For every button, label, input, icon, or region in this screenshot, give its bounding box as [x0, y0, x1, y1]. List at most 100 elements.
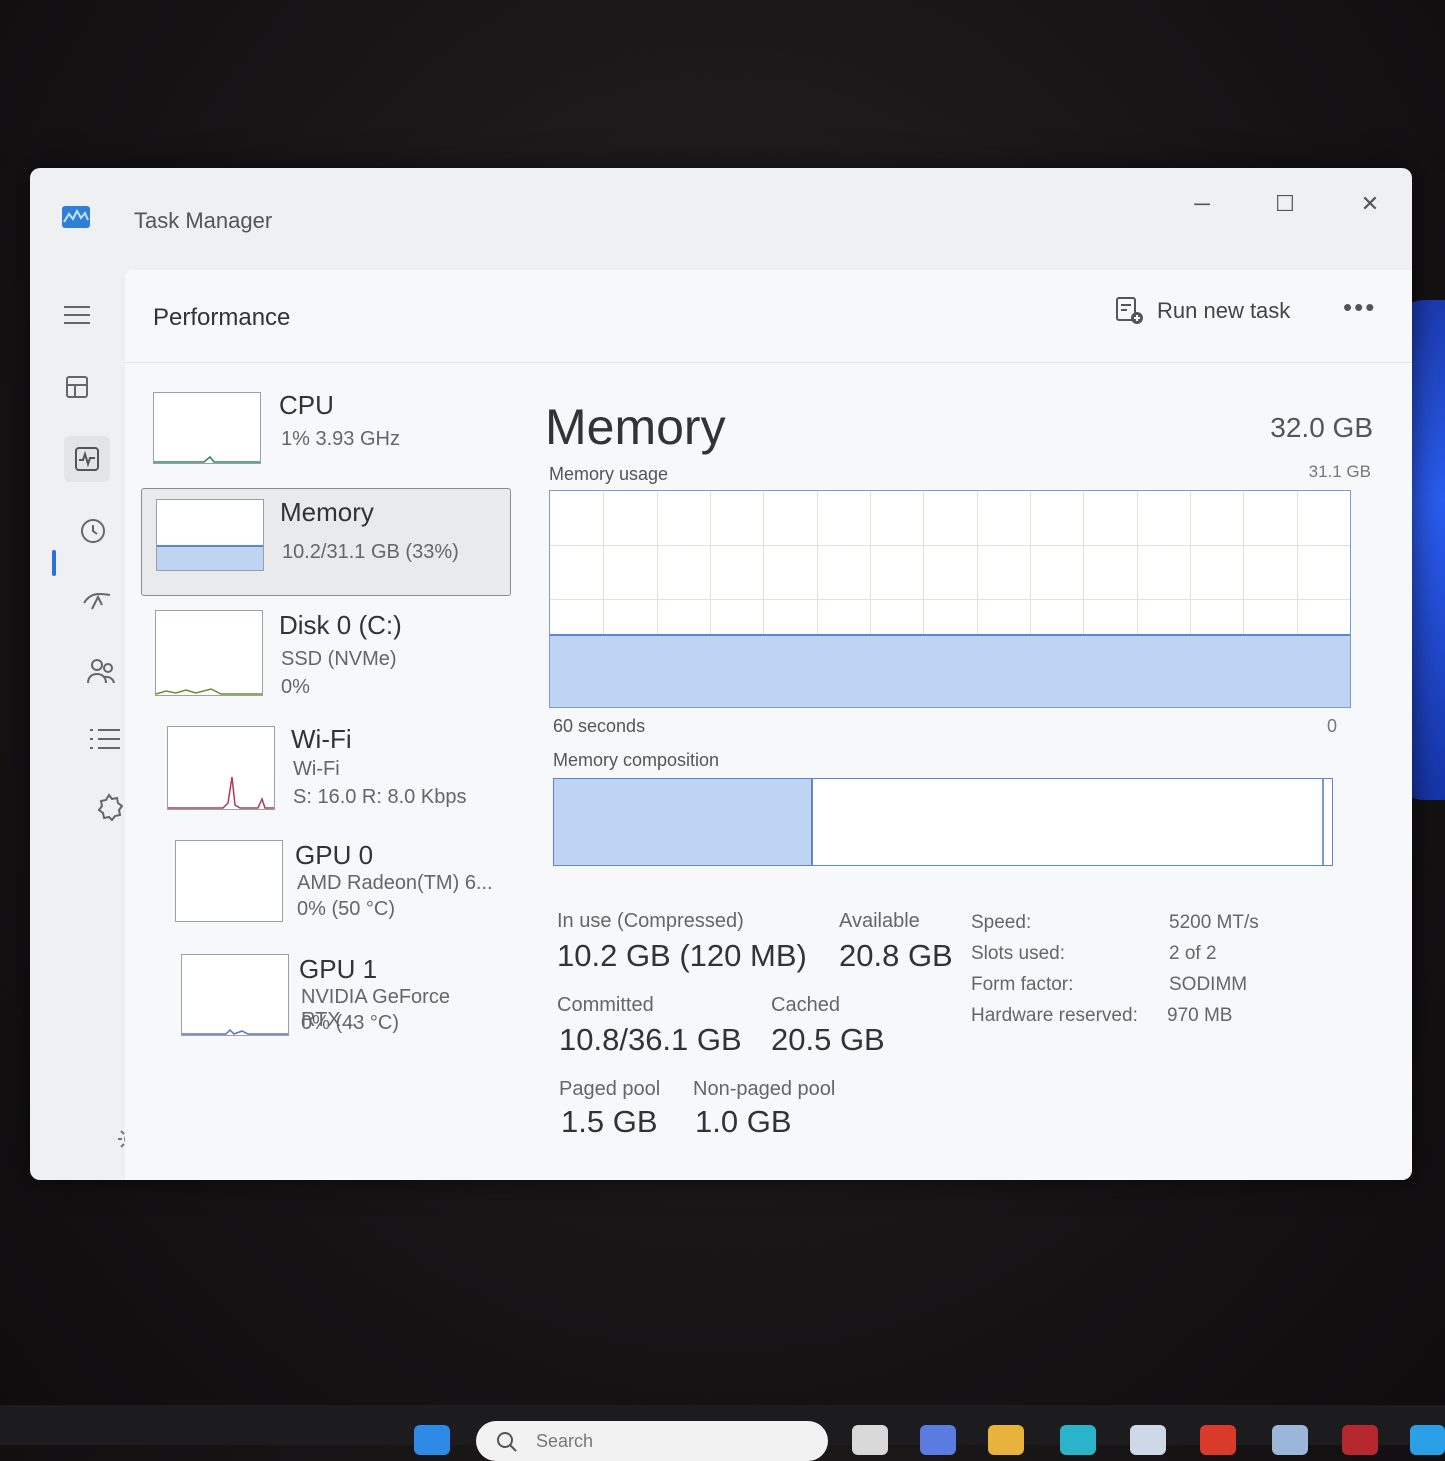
run-task-icon: [1116, 297, 1143, 324]
copilot-icon[interactable]: [920, 1425, 956, 1455]
task-manager-window: Task Manager ─ ☐ ✕ Performance Run new t…: [30, 168, 1412, 1180]
memory-total: 32.0 GB: [1270, 412, 1373, 443]
search-placeholder: Search: [536, 1431, 594, 1451]
device-detail: 10.2/31.1 GB (33%): [282, 541, 459, 563]
nav-performance[interactable]: [64, 436, 110, 482]
paged-pool-value: 1.5 GB: [561, 1104, 658, 1139]
composition-reserved: [1322, 779, 1324, 865]
taskbar-search[interactable]: Search: [476, 1421, 828, 1461]
performance-icon: [75, 447, 99, 471]
task-view-icon[interactable]: [852, 1425, 888, 1455]
memory-usage-label: Memory usage: [549, 464, 669, 484]
device-cpu[interactable]: CPU 1% 3.93 GHz: [141, 382, 511, 488]
history-icon: [81, 519, 105, 543]
cpu-thumbnail-graph: [153, 392, 261, 464]
memory-composition-label: Memory composition: [553, 750, 720, 770]
users-icon: [87, 659, 115, 684]
speed-value: 5200 MT/s: [1169, 912, 1259, 933]
committed-value: 10.8/36.1 GB: [559, 1022, 742, 1057]
run-new-task-button[interactable]: Run new task: [1115, 296, 1290, 326]
hamburger-menu-button[interactable]: [54, 292, 100, 338]
app-icon-2[interactable]: [1272, 1425, 1308, 1455]
nav-users[interactable]: [78, 648, 124, 694]
device-list: CPU 1% 3.93 GHz Memory 10.2/31.1 GB (33%…: [141, 382, 511, 1056]
start-icon[interactable]: [414, 1425, 450, 1455]
device-usage: 0% (43 °C): [301, 1012, 400, 1034]
nav-app-history[interactable]: [70, 508, 116, 554]
nav-processes[interactable]: [54, 364, 100, 410]
paged-pool-label: Paged pool: [559, 1078, 661, 1100]
more-icon: •••: [1343, 292, 1377, 322]
app-icon[interactable]: [1200, 1425, 1236, 1455]
processes-icon: [66, 376, 88, 398]
minimize-button[interactable]: ─: [1182, 184, 1222, 224]
task-manager-icon: [62, 206, 90, 228]
details-list-icon: [90, 729, 120, 749]
device-name: GPU 0: [295, 840, 374, 870]
nav-details[interactable]: [82, 716, 128, 762]
page-title: Performance: [153, 304, 291, 331]
cached-value: 20.5 GB: [771, 1022, 885, 1057]
memory-title: Memory: [545, 399, 726, 455]
form-factor-label: Form factor:: [971, 974, 1074, 995]
composition-in-use: [554, 779, 813, 865]
startup-icon: [83, 593, 111, 610]
available-value: 20.8 GB: [839, 938, 953, 973]
hardware-reserved-value: 970 MB: [1167, 1005, 1233, 1026]
graph-time-right: 0: [1327, 716, 1338, 736]
device-gpu0[interactable]: GPU 0 AMD Radeon(TM) 6... 0% (50 °C): [141, 830, 511, 944]
disk-thumbnail-graph: [155, 610, 263, 696]
gpu0-thumbnail-graph: [175, 840, 283, 922]
hardware-reserved-label: Hardware reserved:: [971, 1005, 1138, 1026]
memory-usage-graph: [549, 490, 1351, 708]
app-icon-4[interactable]: [1410, 1425, 1445, 1455]
device-usage: 0% (50 °C): [297, 898, 396, 920]
device-name: Disk 0 (C:): [279, 610, 402, 640]
nav-startup-apps[interactable]: [74, 578, 120, 624]
device-memory[interactable]: Memory 10.2/31.1 GB (33%): [141, 488, 511, 596]
device-gpu1[interactable]: GPU 1 NVIDIA GeForce RTX... 0% (43 °C): [141, 944, 511, 1056]
in-use-value: 10.2 GB (120 MB): [557, 938, 807, 973]
graph-time-left: 60 seconds: [553, 716, 646, 736]
maximize-icon: ☐: [1275, 191, 1295, 216]
navigation-rail: [30, 268, 140, 1180]
taskbar: Search: [0, 1405, 1445, 1461]
memory-composition-bar: [553, 778, 1333, 866]
edge-icon[interactable]: [1060, 1425, 1096, 1455]
close-button[interactable]: ✕: [1350, 184, 1390, 224]
device-detail: SSD (NVMe): [281, 648, 397, 670]
active-nav-indicator: [52, 550, 56, 576]
device-usage: 0%: [281, 676, 310, 698]
device-name: GPU 1: [299, 954, 378, 984]
device-wifi[interactable]: Wi-Fi Wi-Fi S: 16.0 R: 8.0 Kbps: [141, 714, 511, 830]
committed-label: Committed: [557, 994, 654, 1016]
slots-used-value: 2 of 2: [1169, 943, 1217, 964]
device-detail: Wi-Fi: [293, 758, 340, 780]
device-disk[interactable]: Disk 0 (C:) SSD (NVMe) 0%: [141, 596, 511, 714]
in-use-label: In use (Compressed): [557, 910, 744, 932]
device-name: Memory: [280, 497, 374, 527]
device-detail: AMD Radeon(TM) 6...: [297, 872, 493, 894]
close-icon: ✕: [1360, 191, 1380, 216]
memory-usage-max: 31.1 GB: [1308, 462, 1371, 481]
search-icon: [497, 1432, 517, 1452]
window-title: Task Manager: [134, 208, 273, 233]
maximize-button[interactable]: ☐: [1265, 184, 1305, 224]
app-icon-3[interactable]: [1342, 1425, 1378, 1455]
more-options-button[interactable]: •••: [1343, 292, 1376, 323]
available-label: Available: [839, 910, 920, 932]
device-detail: 1% 3.93 GHz: [281, 428, 400, 450]
gpu1-thumbnail-graph: [181, 954, 289, 1036]
memory-usage-fill: [550, 634, 1350, 707]
device-name: Wi-Fi: [291, 724, 352, 754]
store-icon[interactable]: [1130, 1425, 1166, 1455]
title-bar: Task Manager ─ ☐ ✕: [30, 168, 1412, 268]
wifi-thumbnail-graph: [167, 726, 275, 810]
graph-gridline: [550, 545, 1350, 546]
speed-label: Speed:: [971, 912, 1032, 933]
nonpaged-pool-label: Non-paged pool: [693, 1078, 836, 1100]
form-factor-value: SODIMM: [1169, 974, 1248, 995]
device-name: CPU: [279, 390, 334, 420]
device-usage: S: 16.0 R: 8.0 Kbps: [293, 786, 467, 808]
file-explorer-icon[interactable]: [988, 1425, 1024, 1455]
